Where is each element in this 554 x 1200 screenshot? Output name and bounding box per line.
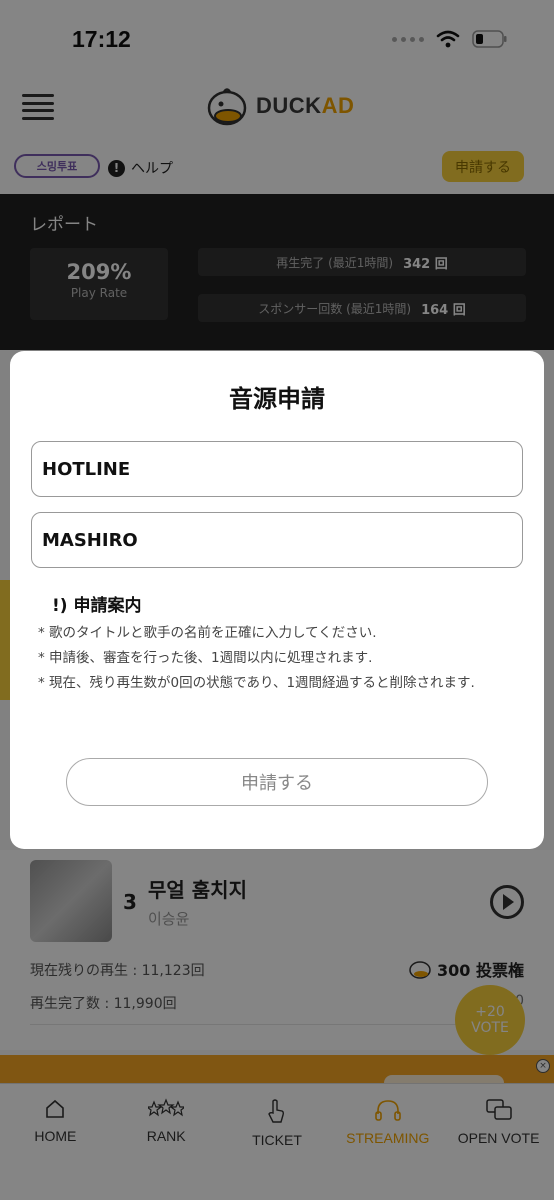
guide-item: * 現在、残り再生数が0回の状態であり、1週間経過すると削除されます. — [38, 675, 475, 691]
song-title-input[interactable] — [31, 441, 523, 497]
guide-item: * 歌のタイトルと歌手の名前を正確に入力してください. — [38, 625, 377, 641]
modal-title: 音源申請 — [229, 385, 325, 413]
submit-request-button[interactable]: 申請する — [66, 758, 488, 806]
guide-heading: !) 申請案内 — [52, 596, 142, 616]
guide-list: * 歌のタイトルと歌手の名前を正確に入力してください. * 申請後、審査を行った… — [38, 624, 518, 699]
song-request-modal: 音源申請 !) 申請案内 * 歌のタイトルと歌手の名前を正確に入力してください.… — [10, 351, 544, 849]
guide-item: * 申請後、審査を行った後、1週間以内に処理されます. — [38, 650, 373, 666]
artist-name-input[interactable] — [31, 512, 523, 568]
